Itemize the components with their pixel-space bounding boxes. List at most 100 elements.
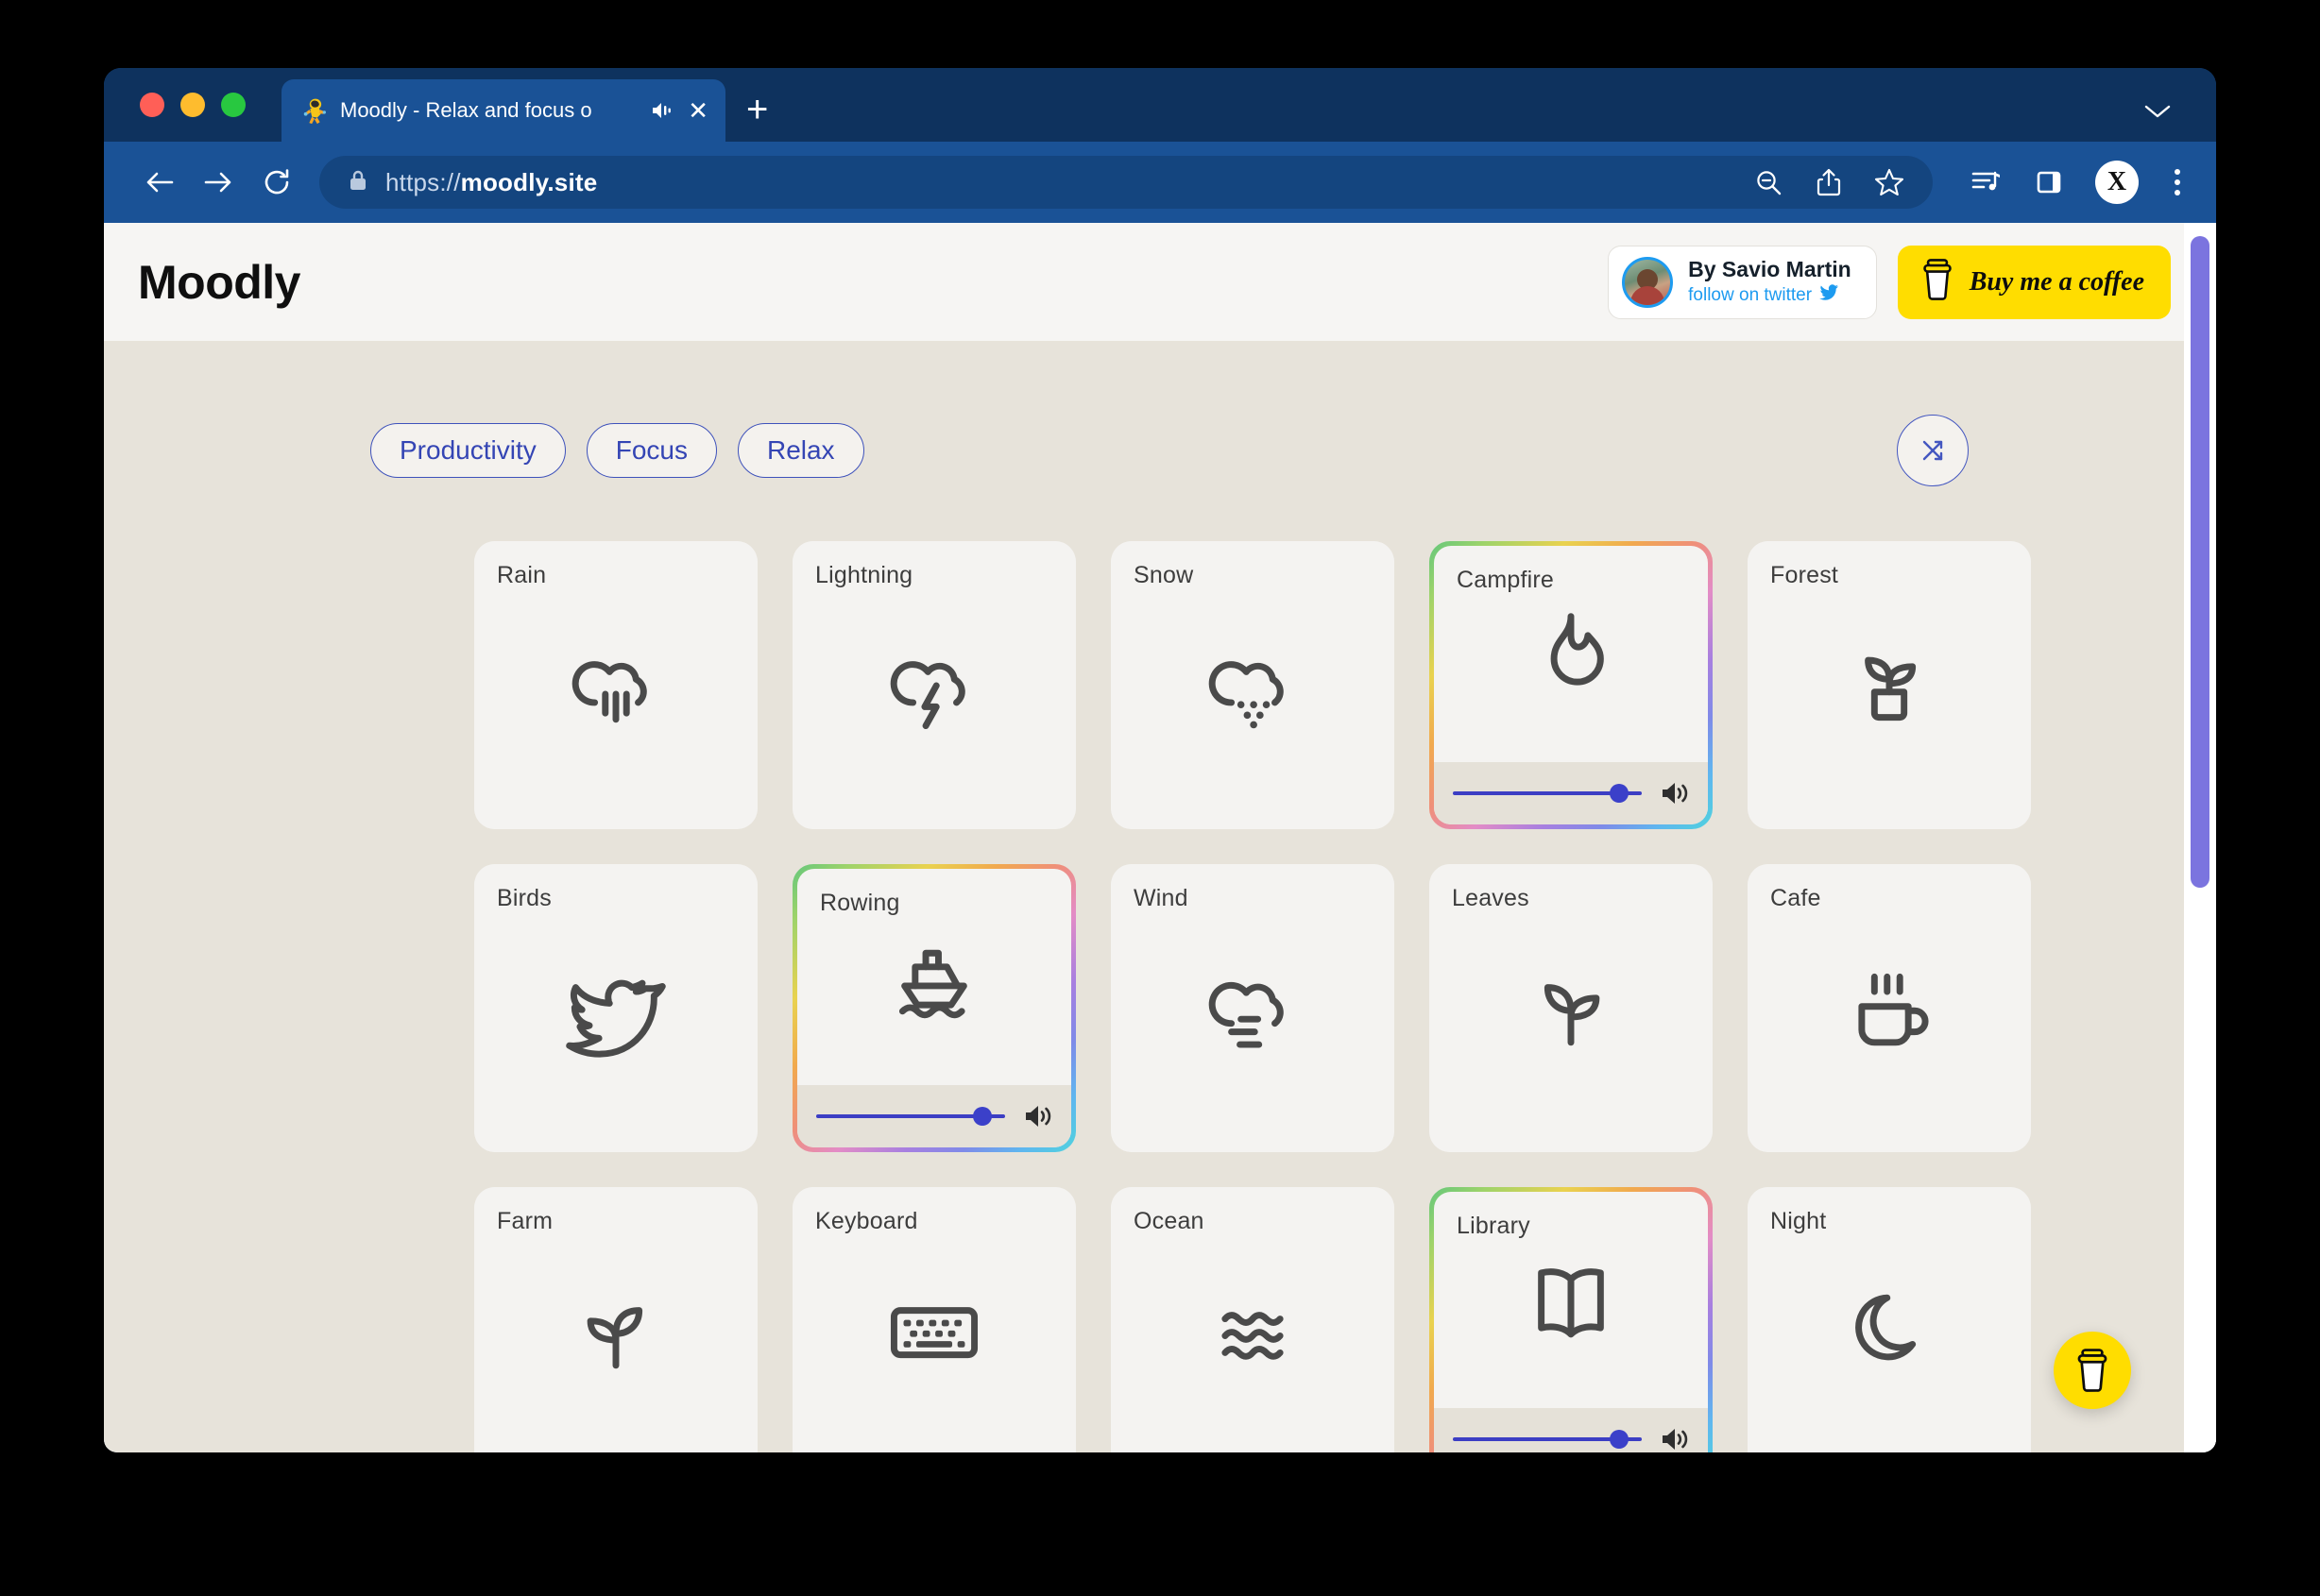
- speaker-volume-icon[interactable]: [1659, 1425, 1691, 1452]
- sound-card-night[interactable]: Night: [1748, 1187, 2031, 1452]
- coffee-cup-icon: [1919, 257, 1956, 307]
- sound-card-rain[interactable]: Rain: [474, 541, 758, 829]
- minimize-window-button[interactable]: [180, 93, 205, 117]
- category-pill-relax[interactable]: Relax: [737, 423, 864, 478]
- forward-arrow-icon[interactable]: [189, 153, 247, 212]
- shuffle-button[interactable]: [1897, 415, 1969, 486]
- volume-slider[interactable]: [1453, 1430, 1642, 1449]
- sound-card-body: Wind: [1111, 864, 1394, 1152]
- toolbar-right-actions: X: [1933, 161, 2184, 204]
- sound-card-label: Rowing: [820, 890, 900, 916]
- page-viewport: Moodly By Savio Martin follow on twitter: [104, 223, 2216, 1452]
- bookmark-star-icon[interactable]: [1874, 167, 1904, 197]
- sound-card-library[interactable]: Library: [1429, 1187, 1713, 1452]
- sound-card-cafe[interactable]: Cafe: [1748, 864, 2031, 1152]
- sound-card-lightning[interactable]: Lightning: [793, 541, 1076, 829]
- maximize-window-button[interactable]: [221, 93, 246, 117]
- reload-icon[interactable]: [247, 153, 306, 212]
- sound-card-leaves[interactable]: Leaves: [1429, 864, 1713, 1152]
- volume-thumb[interactable]: [1610, 1430, 1629, 1449]
- sound-card-body: Night: [1748, 1187, 2031, 1452]
- sound-card-body: Leaves: [1429, 864, 1713, 1152]
- music-playlist-icon[interactable]: [1970, 168, 2003, 196]
- sound-card-grid: Rain Lightning Snow Campfire Forest Bird…: [104, 541, 2216, 1452]
- new-tab-button[interactable]: +: [746, 91, 768, 128]
- sound-card-body: Rain: [474, 541, 758, 829]
- site-logo: Moodly: [138, 255, 300, 309]
- site-header: Moodly By Savio Martin follow on twitter: [104, 223, 2216, 341]
- main-content: Productivity Focus Relax Rain Lightning Sn…: [104, 341, 2216, 1452]
- sound-card-label: Ocean: [1134, 1208, 1204, 1234]
- tab-title: Moodly - Relax and focus o: [340, 98, 592, 122]
- sound-card-body: Ocean: [1111, 1187, 1394, 1452]
- sound-card-body: Farm: [474, 1187, 758, 1452]
- close-window-button[interactable]: [140, 93, 164, 117]
- sound-card-label: Cafe: [1770, 885, 1821, 911]
- tab-strip: Moodly - Relax and focus o ✕ +: [104, 68, 2216, 142]
- sound-card-body: Rowing: [797, 869, 1071, 1147]
- buy-me-a-coffee-fab[interactable]: [2054, 1332, 2131, 1409]
- header-actions: By Savio Martin follow on twitter Buy me…: [1608, 245, 2171, 319]
- buy-me-a-coffee-button[interactable]: Buy me a coffee: [1897, 245, 2171, 319]
- astronaut-icon: [303, 98, 326, 125]
- back-arrow-icon[interactable]: [130, 153, 189, 212]
- sound-card-label: Leaves: [1452, 885, 1529, 911]
- sound-card-farm[interactable]: Farm: [474, 1187, 758, 1452]
- sound-card-body: Snow: [1111, 541, 1394, 829]
- category-filter-pills: Productivity Focus Relax: [370, 423, 864, 478]
- page-scrollbar[interactable]: [2184, 223, 2216, 1452]
- sound-card-body: Keyboard: [793, 1187, 1076, 1452]
- sound-card-body: Cafe: [1748, 864, 2031, 1152]
- sound-card-label: Campfire: [1457, 567, 1555, 593]
- sound-card-label: Birds: [497, 885, 552, 911]
- sidebar-panel-icon[interactable]: [2035, 168, 2063, 196]
- buy-me-a-coffee-label: Buy me a coffee: [1969, 266, 2144, 297]
- author-card[interactable]: By Savio Martin follow on twitter: [1608, 245, 1877, 319]
- controls-row: Productivity Focus Relax: [104, 415, 2216, 486]
- volume-control: [797, 1085, 1071, 1147]
- sound-card-wind[interactable]: Wind: [1111, 864, 1394, 1152]
- address-bar-url: https://moodly.site: [385, 167, 598, 196]
- close-icon[interactable]: ✕: [686, 98, 710, 123]
- speaker-volume-icon[interactable]: [1659, 779, 1691, 807]
- sound-card-ocean[interactable]: Ocean: [1111, 1187, 1394, 1452]
- sound-card-label: Forest: [1770, 562, 1839, 588]
- volume-slider[interactable]: [1453, 784, 1642, 803]
- sound-card-body: Forest: [1748, 541, 2031, 829]
- share-icon[interactable]: [1816, 167, 1842, 197]
- zoom-out-icon[interactable]: [1753, 167, 1783, 197]
- sound-card-body: Campfire: [1434, 546, 1708, 824]
- scrollbar-thumb[interactable]: [2191, 236, 2209, 888]
- sound-card-label: Keyboard: [815, 1208, 918, 1234]
- sound-card-snow[interactable]: Snow: [1111, 541, 1394, 829]
- sound-card-keyboard[interactable]: Keyboard: [793, 1187, 1076, 1452]
- chevron-down-icon[interactable]: [2142, 102, 2173, 126]
- sound-card-rowing[interactable]: Rowing: [793, 864, 1076, 1152]
- category-pill-productivity[interactable]: Productivity: [370, 423, 566, 478]
- sound-card-label: Farm: [497, 1208, 554, 1234]
- sound-card-label: Rain: [497, 562, 547, 588]
- sound-card-label: Wind: [1134, 885, 1188, 911]
- sound-card-campfire[interactable]: Campfire: [1429, 541, 1713, 829]
- twitter-follow-link[interactable]: follow on twitter: [1688, 284, 1851, 307]
- volume-slider[interactable]: [816, 1107, 1005, 1126]
- three-dot-menu-icon[interactable]: [2171, 165, 2184, 199]
- volume-thumb[interactable]: [973, 1107, 992, 1126]
- profile-avatar[interactable]: X: [2095, 161, 2139, 204]
- sound-card-body: Lightning: [793, 541, 1076, 829]
- browser-tab[interactable]: Moodly - Relax and focus o ✕: [281, 79, 725, 142]
- sound-card-label: Snow: [1134, 562, 1194, 588]
- twitter-bird-icon: [1818, 284, 1839, 307]
- sound-card-forest[interactable]: Forest: [1748, 541, 2031, 829]
- lock-icon: [348, 168, 368, 197]
- category-pill-focus[interactable]: Focus: [586, 423, 717, 478]
- address-bar[interactable]: https://moodly.site: [319, 156, 1933, 209]
- author-text: By Savio Martin follow on twitter: [1688, 257, 1851, 307]
- volume-thumb[interactable]: [1610, 784, 1629, 803]
- twitter-follow-label: follow on twitter: [1688, 285, 1813, 305]
- window-traffic-lights: [140, 93, 246, 117]
- speaker-playing-icon[interactable]: [650, 100, 674, 121]
- speaker-volume-icon[interactable]: [1022, 1102, 1054, 1130]
- sound-card-birds[interactable]: Birds: [474, 864, 758, 1152]
- sound-card-body: Library: [1434, 1192, 1708, 1452]
